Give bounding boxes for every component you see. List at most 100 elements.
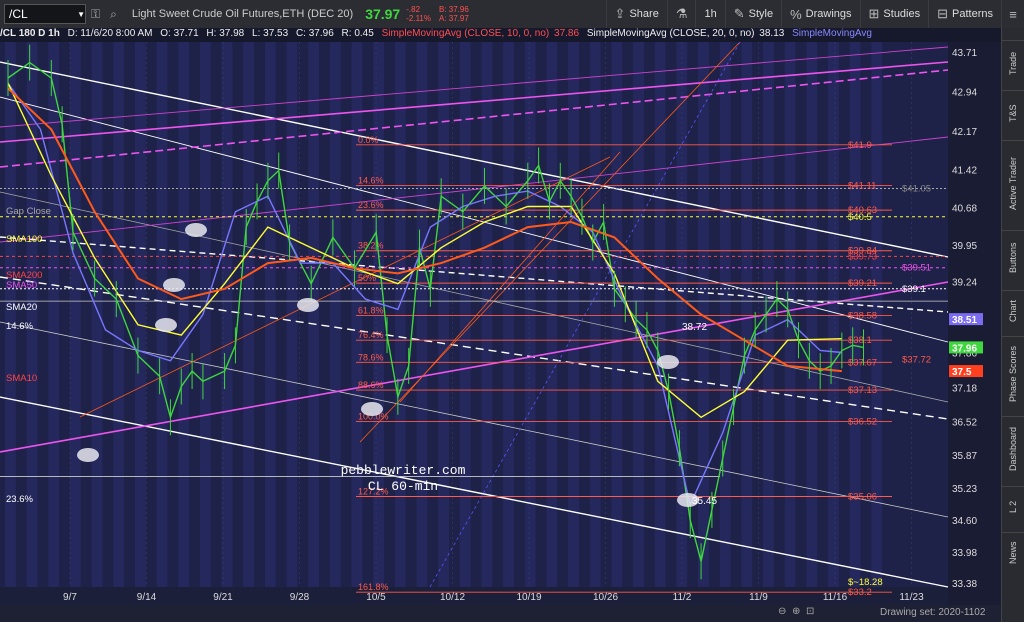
y-tick-label: 36.52 xyxy=(952,417,977,428)
y-tick-label: 42.94 xyxy=(952,87,977,98)
patterns-button[interactable]: ⊟ Patterns xyxy=(928,0,1001,28)
info-sma10-value: 37.86 xyxy=(554,28,580,39)
symbol-text: /CL xyxy=(9,7,28,21)
session-band xyxy=(264,42,276,587)
x-tick-label: 10/5 xyxy=(366,592,386,603)
side-tab-t-s[interactable]: T&S xyxy=(1002,90,1024,135)
price-level-label: $41.11 xyxy=(848,180,876,191)
side-tab-trade[interactable]: Trade xyxy=(1002,40,1024,85)
symbol-description: Light Sweet Crude Oil Futures,ETH (DEC 2… xyxy=(131,8,354,20)
side-tab-dashboard[interactable]: Dashboard xyxy=(1002,416,1024,481)
fib-label: 88.6% xyxy=(358,380,384,390)
change-block: -.82 -2.11% xyxy=(406,5,431,23)
annotation-sma20: SMA20 xyxy=(6,302,37,313)
change-value: -.82 xyxy=(406,5,421,14)
x-tick-label: 10/19 xyxy=(516,592,541,603)
price-level-label: $35.06 xyxy=(848,492,877,503)
search-icon[interactable]: ⌕ xyxy=(110,7,117,22)
studies-label: Studies xyxy=(883,8,921,20)
bid-price: B: 37.96 xyxy=(439,5,469,14)
side-tab-buttons[interactable]: Buttons xyxy=(1002,230,1024,285)
side-tab-active-trader[interactable]: Active Trader xyxy=(1002,140,1024,225)
timeframe-button[interactable]: 1h xyxy=(695,0,724,28)
flask-button[interactable]: ⚗ xyxy=(666,0,696,28)
y-tick-label: 35.23 xyxy=(952,484,977,495)
bid-ask-block: B: 37.96 A: 37.97 xyxy=(439,5,469,23)
change-percent: -2.11% xyxy=(406,14,431,23)
link-icon[interactable]: ⚿ xyxy=(91,7,100,22)
y-tick-label: 35.87 xyxy=(952,451,977,462)
studies-button[interactable]: ⊞ Studies xyxy=(859,0,929,28)
session-band xyxy=(48,42,60,587)
fib-label: 76.4% xyxy=(358,330,384,340)
pivot-marker xyxy=(361,402,383,416)
info-sma20-label: SimpleMovingAvg (CLOSE, 20, 0, no) xyxy=(586,28,755,39)
side-tab-phase-scores[interactable]: Phase Scores xyxy=(1002,336,1024,411)
session-band xyxy=(524,42,536,587)
pivot-marker xyxy=(657,355,679,369)
price-level-label: $36.52 xyxy=(848,416,877,427)
session-band xyxy=(91,42,103,587)
session-band xyxy=(394,42,406,587)
info-sma10-label: SimpleMovingAvg (CLOSE, 10, 0, no) xyxy=(381,28,550,39)
price-level-label: $33.2 xyxy=(848,587,872,598)
symbol-selector[interactable]: /CL ▼ xyxy=(4,4,86,24)
watermark-line1: pebblewriter.com xyxy=(341,463,466,478)
drawings-button[interactable]: % Drawings xyxy=(781,0,859,28)
x-tick-label: 11/16 xyxy=(823,592,848,603)
menu-button[interactable]: ≡ xyxy=(1001,0,1024,28)
zoom-fit-icon[interactable]: ⊡ xyxy=(806,606,814,617)
info-date: D: 11/6/20 8:00 AM xyxy=(67,28,153,39)
annotation-sma50: SMA50 xyxy=(6,280,37,291)
drawing-set[interactable]: Drawing set: 2020-1102 xyxy=(880,607,985,618)
price-level-label: $37.13 xyxy=(848,385,877,396)
session-band xyxy=(741,42,753,587)
side-tab-news[interactable]: News xyxy=(1002,532,1024,573)
price-level-label: $38.58 xyxy=(848,311,877,322)
x-tick-label: 10/12 xyxy=(440,592,465,603)
info-sma20-value: 38.13 xyxy=(759,28,785,39)
x-tick-label: 11/23 xyxy=(899,592,924,603)
right-side-panel: Trade T&S Active Trader Buttons Chart Phase S… xyxy=(1001,28,1024,622)
style-button[interactable]: ✎ Style xyxy=(724,0,781,28)
session-band xyxy=(654,42,666,587)
annotation-sma10: SMA10 xyxy=(6,373,37,384)
info-low: L: 37.53 xyxy=(252,28,289,39)
price-level-label: $41.9 xyxy=(848,140,872,151)
pivot-marker xyxy=(77,448,99,462)
share-button[interactable]: ⇪ Share xyxy=(605,0,667,28)
pen-icon: ✎ xyxy=(733,6,745,21)
session-band xyxy=(589,42,601,587)
price-chart[interactable]: 9/7 9/14 9/21 9/28 10/5 10/12 10/19 10/26 11/2 11… xyxy=(0,42,1002,605)
zoom-out-icon[interactable]: ⊖ xyxy=(778,606,786,617)
annotation-fib_23_left: 23.6% xyxy=(6,494,33,505)
share-label: Share xyxy=(629,8,659,20)
price-tag: 38.51 xyxy=(952,315,977,326)
y-tick-label: 39.95 xyxy=(952,241,977,252)
price-tag: 37.96 xyxy=(952,343,977,354)
price-tag: 37.5 xyxy=(952,367,972,378)
session-band xyxy=(806,42,818,587)
session-band xyxy=(329,42,341,587)
watermark-line2: CL 60-min xyxy=(368,479,438,494)
session-band xyxy=(459,42,471,587)
percent-icon: % xyxy=(790,6,802,22)
session-band xyxy=(611,42,623,587)
annotation-sma100: SMA100 xyxy=(6,234,42,245)
side-tab-chart[interactable]: Chart xyxy=(1002,290,1024,331)
session-band xyxy=(719,42,731,587)
y-tick-label: 41.42 xyxy=(952,166,977,177)
y-tick-label: 40.68 xyxy=(952,204,977,215)
annotation-gap_close: Gap Close xyxy=(6,206,51,217)
x-tick-label: 11/2 xyxy=(673,592,692,603)
session-band xyxy=(308,42,320,587)
chevron-down-icon: ▼ xyxy=(77,9,85,19)
price-level-label: $37.72 xyxy=(902,355,931,366)
info-open: O: 37.71 xyxy=(160,28,199,39)
fib-label: 78.6% xyxy=(358,352,384,362)
y-tick-label: 39.24 xyxy=(952,278,977,289)
zoom-in-icon[interactable]: ⊕ xyxy=(792,606,800,617)
timeframe-label: 1h xyxy=(704,8,717,20)
last-price: 37.97 xyxy=(365,6,401,22)
side-tab-l-2[interactable]: L 2 xyxy=(1002,486,1024,527)
